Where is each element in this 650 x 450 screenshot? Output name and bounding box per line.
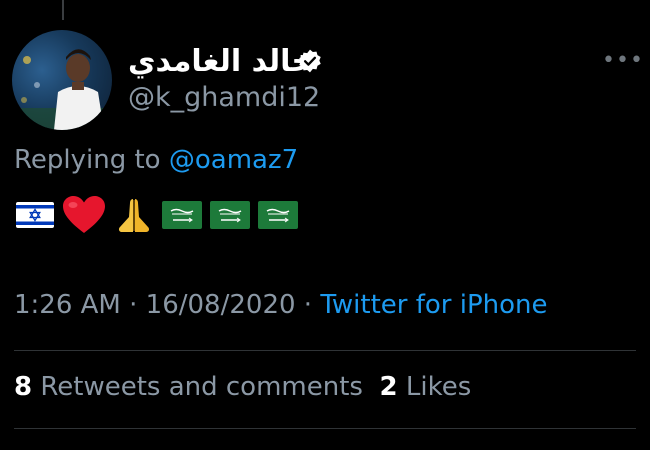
tweet-time: 1:26 AM xyxy=(14,290,121,320)
meta-separator: · xyxy=(129,290,138,320)
replying-to: Replying to @oamaz7 xyxy=(14,145,298,175)
likes-label[interactable]: Likes xyxy=(406,372,471,402)
tweet-meta: 1:26 AM · 16/08/2020 · Twitter for iPhon… xyxy=(14,290,548,320)
user-handle[interactable]: @k_ghamdi12 xyxy=(128,82,320,113)
tweet-detail-screen: خالد الغامدي @k_ghamdi12 ••• Replying to… xyxy=(0,0,650,450)
display-name[interactable]: خالد الغامدي xyxy=(128,44,313,79)
more-horizontal-icon[interactable]: ••• xyxy=(602,48,644,73)
avatar-photo xyxy=(12,49,112,130)
folded-hands-icon xyxy=(118,199,150,232)
tweet-stats: 8 Retweets and comments 2 Likes xyxy=(14,372,471,402)
tweet-date: 16/08/2020 xyxy=(145,290,296,320)
tweet-source-link[interactable]: Twitter for iPhone xyxy=(320,290,547,320)
saudi-arabia-flag-icon xyxy=(210,201,250,229)
saudi-arabia-flag-icon xyxy=(258,201,298,229)
verified-badge-icon xyxy=(299,49,321,73)
thread-line xyxy=(62,0,64,20)
red-heart-icon xyxy=(63,196,105,233)
mention-link[interactable]: @oamaz7 xyxy=(169,145,298,175)
replying-to-label: Replying to xyxy=(14,145,169,175)
meta-separator: · xyxy=(303,290,313,320)
avatar[interactable] xyxy=(12,30,112,130)
saudi-arabia-flag-icon xyxy=(162,201,202,229)
retweets-count[interactable]: 8 xyxy=(14,372,32,402)
divider xyxy=(14,350,636,351)
likes-count[interactable]: 2 xyxy=(380,372,398,402)
retweets-label[interactable]: Retweets and comments xyxy=(40,372,363,402)
divider xyxy=(14,428,636,429)
tweet-text xyxy=(16,195,298,235)
israel-flag-icon xyxy=(16,202,54,228)
